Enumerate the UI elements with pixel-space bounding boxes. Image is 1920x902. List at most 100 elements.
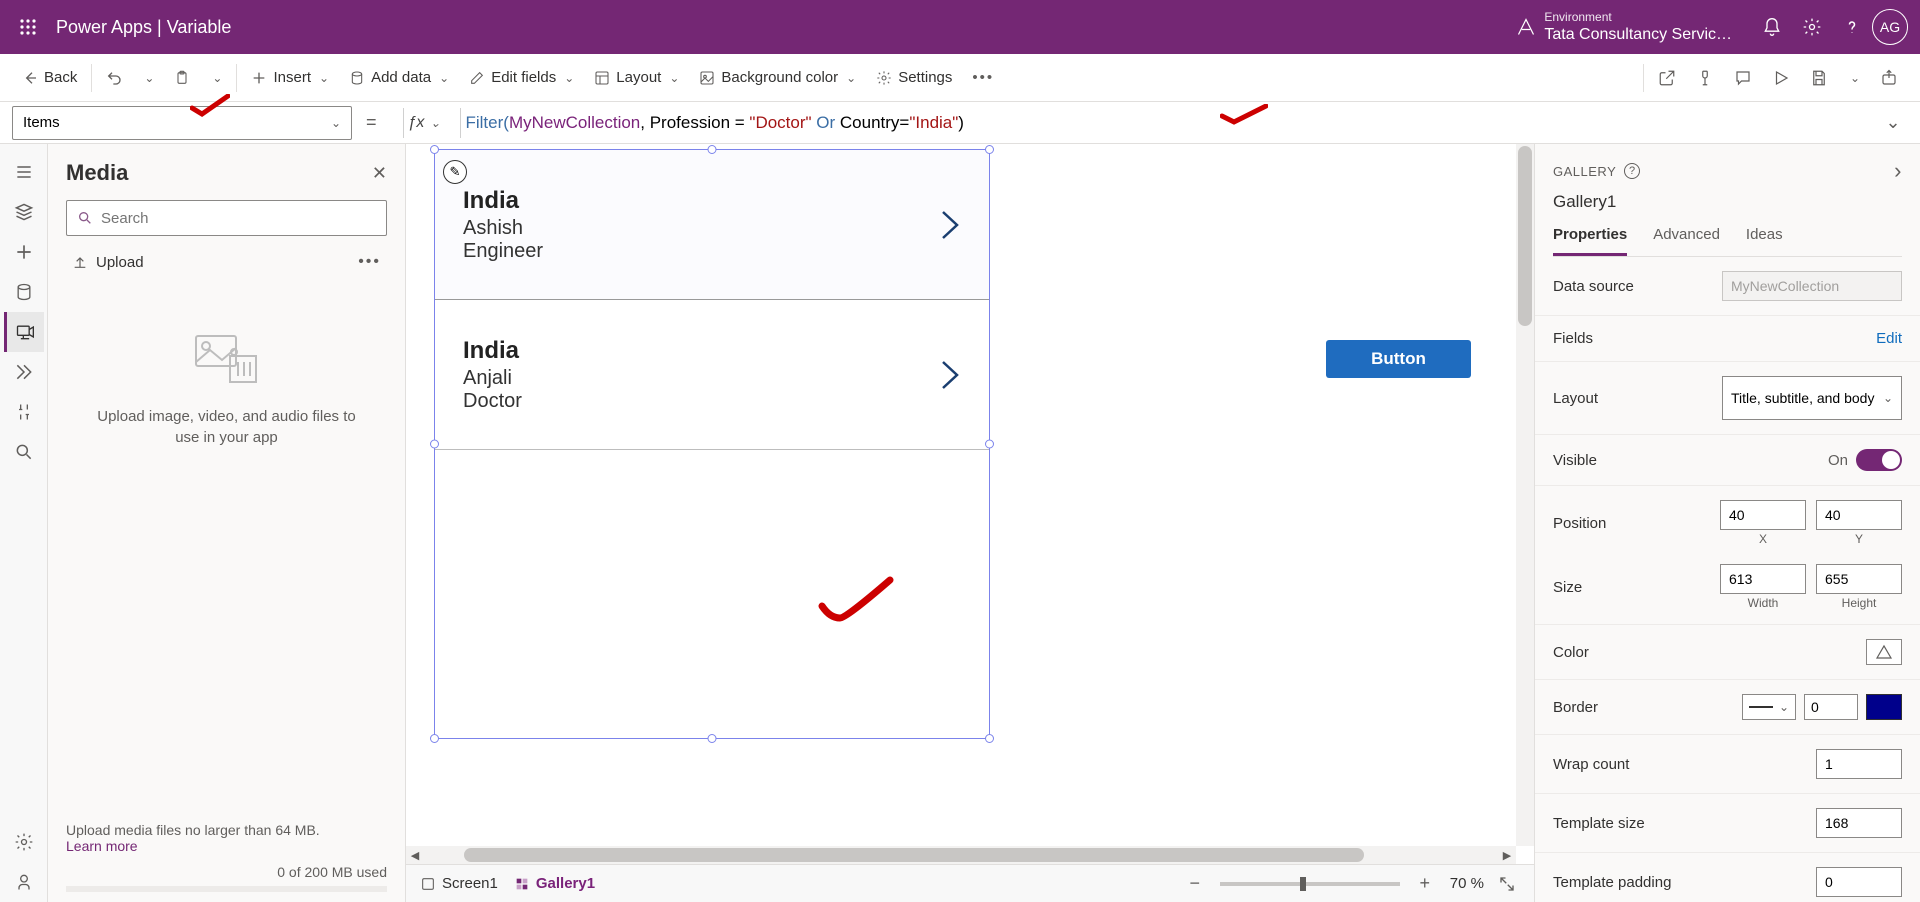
property-selector[interactable]: Items ⌄ [12,106,352,140]
undo-button[interactable] [96,60,132,96]
scroll-left-icon[interactable]: ◀ [406,849,424,862]
fit-to-window-button[interactable] [1498,875,1520,893]
tab-properties[interactable]: Properties [1553,226,1627,256]
save-menu[interactable]: ⌄ [1838,60,1870,96]
add-data-button[interactable]: Add data ⌄ [339,60,459,96]
zoom-out-button[interactable]: − [1184,873,1206,894]
zoom-slider[interactable] [1220,882,1400,886]
insert-button[interactable]: Insert ⌄ [241,60,339,96]
comments-button[interactable] [1724,60,1762,96]
media-panel-title: Media [66,160,128,186]
resize-handle[interactable] [985,734,994,743]
gallery-item-body: Engineer [463,240,543,263]
formula-expand-button[interactable]: ⌄ [1876,112,1908,133]
bg-color-button[interactable]: Background color ⌄ [689,60,866,96]
paste-menu[interactable]: ⌄ [200,60,232,96]
formula-input[interactable]: Filter(MyNewCollection, Profession = "Do… [465,106,1876,140]
media-search-field[interactable] [101,210,376,227]
paste-button[interactable] [164,60,200,96]
add-rail-icon[interactable] [4,232,44,272]
preview-button[interactable] [1762,60,1800,96]
fields-edit-link[interactable]: Edit [1876,330,1902,347]
zoom-in-button[interactable]: + [1414,873,1436,894]
resize-handle[interactable] [985,145,994,154]
scroll-right-icon[interactable]: ▶ [1498,849,1516,862]
template-padding-label: Template padding [1553,874,1671,891]
border-color-picker[interactable] [1866,694,1902,720]
tools-rail-icon[interactable] [4,392,44,432]
gallery-item[interactable]: India Ashish Engineer [435,150,989,300]
visible-state: On [1828,452,1848,469]
expand-panel-icon[interactable]: › [1894,158,1902,184]
tab-advanced[interactable]: Advanced [1653,226,1720,256]
visible-toggle[interactable] [1856,449,1902,471]
settings-button[interactable]: Settings [866,60,962,96]
layout-button[interactable]: Layout ⌄ [584,60,689,96]
data-rail-icon[interactable] [4,272,44,312]
data-source-dropdown[interactable]: MyNewCollection [1722,271,1902,301]
border-style-dropdown[interactable]: ⌄ [1742,694,1796,720]
overflow-button[interactable]: ••• [962,60,1004,96]
learn-more-link[interactable]: Learn more [66,838,138,854]
edit-template-icon[interactable]: ✎ [443,160,467,184]
breadcrumb-gallery[interactable]: Gallery1 [514,875,595,892]
wrap-count-input[interactable] [1816,749,1902,779]
notifications-icon[interactable] [1752,7,1792,47]
flows-rail-icon[interactable] [4,352,44,392]
upload-button[interactable]: Upload [72,254,144,271]
canvas-button[interactable]: Button [1326,340,1471,378]
environment-picker[interactable]: Environment Tata Consultancy Servic… [1516,10,1732,44]
resize-handle[interactable] [430,440,439,449]
help-icon[interactable] [1832,7,1872,47]
settings-rail-icon[interactable] [4,822,44,862]
resize-handle[interactable] [430,145,439,154]
undo-menu[interactable]: ⌄ [132,60,164,96]
canvas-horizontal-scrollbar[interactable]: ◀ ▶ [406,846,1516,864]
virtual-agent-rail-icon[interactable] [4,862,44,902]
template-size-input[interactable] [1816,808,1902,838]
border-width-input[interactable] [1804,694,1858,720]
user-avatar[interactable]: AG [1872,9,1908,45]
insert-rail-icon[interactable] [4,192,44,232]
gallery-item-title: India [463,337,522,365]
position-x-input[interactable] [1720,500,1806,530]
resize-handle[interactable] [430,734,439,743]
resize-handle[interactable] [708,145,717,154]
fx-icon[interactable]: ƒx⌄ [408,114,441,132]
settings-gear-icon[interactable] [1792,7,1832,47]
tree-view-icon[interactable] [4,152,44,192]
back-button[interactable]: Back [12,60,87,96]
prop-heading: GALLERY [1553,164,1616,179]
chevron-right-icon[interactable] [939,358,961,392]
resize-handle[interactable] [708,734,717,743]
back-label: Back [44,69,77,86]
position-y-input[interactable] [1816,500,1902,530]
edit-fields-button[interactable]: Edit fields ⌄ [459,60,584,96]
close-panel-button[interactable]: ✕ [372,163,387,184]
checker-button[interactable] [1686,60,1724,96]
template-padding-input[interactable] [1816,867,1902,897]
media-search-input[interactable] [66,200,387,236]
gallery-selection[interactable]: ✎ India Ashish Engineer India Anja [434,149,990,739]
chevron-right-icon[interactable] [939,208,961,242]
size-height-input[interactable] [1816,564,1902,594]
border-label: Border [1553,699,1598,716]
app-launcher-button[interactable] [12,11,44,43]
tab-ideas[interactable]: Ideas [1746,226,1783,256]
media-rail-icon[interactable] [4,312,44,352]
control-name[interactable]: Gallery1 [1553,192,1902,212]
breadcrumb-screen[interactable]: Screen1 [420,875,498,892]
color-picker[interactable] [1866,639,1902,665]
gallery-item[interactable]: India Anjali Doctor [435,300,989,450]
canvas-vertical-scrollbar[interactable] [1516,144,1534,846]
publish-button[interactable] [1870,60,1908,96]
search-rail-icon[interactable] [4,432,44,472]
layout-prop-label: Layout [1553,390,1598,407]
save-button[interactable] [1800,60,1838,96]
share-button[interactable] [1648,60,1686,96]
upload-overflow[interactable]: ••• [358,253,381,271]
resize-handle[interactable] [985,440,994,449]
size-width-input[interactable] [1720,564,1806,594]
layout-dropdown[interactable]: Title, subtitle, and body ⌄ [1722,376,1902,420]
help-icon[interactable]: ? [1624,163,1640,179]
